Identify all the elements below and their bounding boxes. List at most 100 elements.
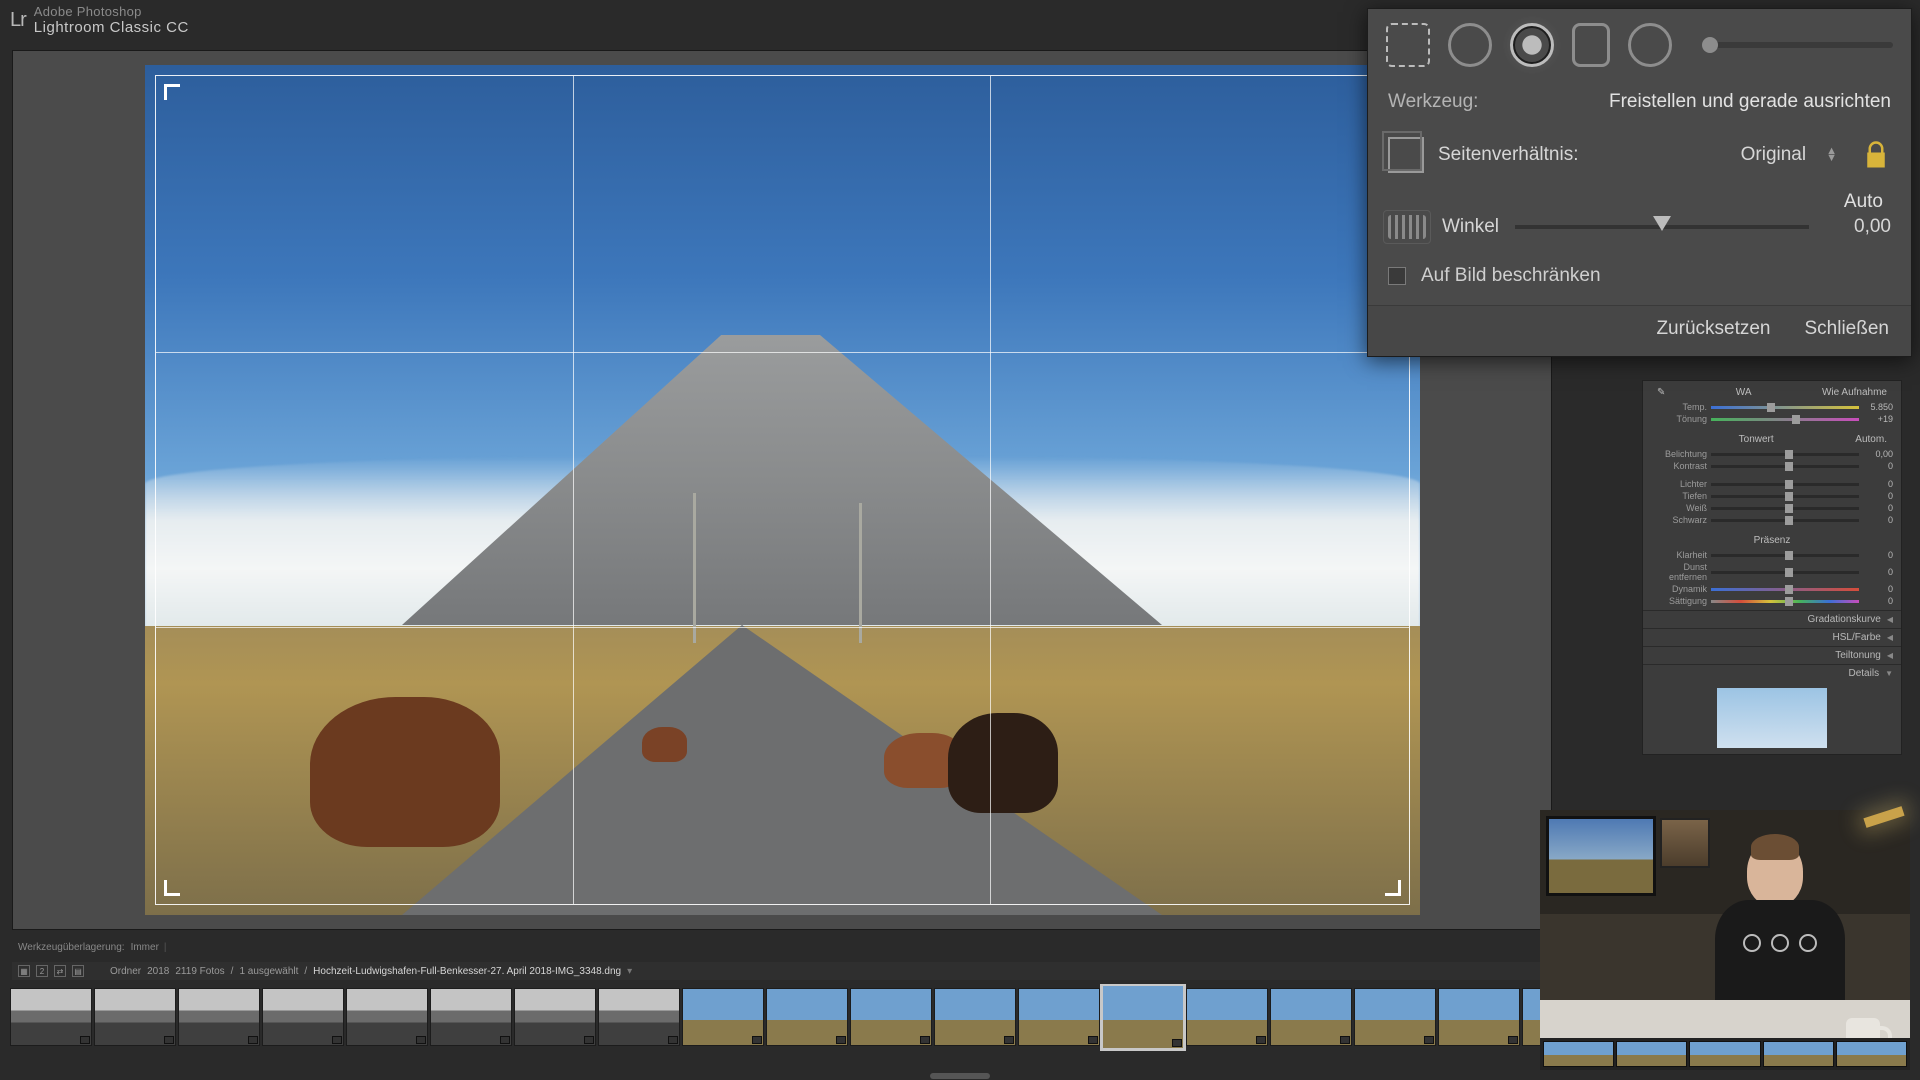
tint-value[interactable]: +19 (1863, 414, 1893, 424)
reset-button[interactable]: Zurücksetzen (1656, 318, 1770, 340)
webcam-monitor (1546, 816, 1656, 896)
graduated-filter-icon[interactable] (1572, 23, 1610, 67)
angle-auto-button[interactable]: Auto (1844, 191, 1883, 213)
filmstrip-thumb[interactable] (1018, 988, 1100, 1046)
thumb-badge-icon (668, 1036, 678, 1044)
second-window-icon[interactable]: 2 (36, 965, 48, 977)
straighten-icon[interactable] (1388, 215, 1426, 239)
radial-filter-icon[interactable] (1628, 23, 1672, 67)
webcam-filmstrip (1540, 1038, 1910, 1070)
section-hsl[interactable]: HSL/Farbe◀ (1643, 628, 1901, 646)
photo-preview[interactable] (145, 65, 1420, 915)
blacks-slider[interactable] (1711, 519, 1859, 522)
constrain-checkbox[interactable] (1388, 267, 1406, 285)
lock-icon[interactable] (1861, 140, 1891, 170)
chevron-down-icon: ▼ (1885, 669, 1893, 678)
section-curve[interactable]: Gradationskurve◀ (1643, 610, 1901, 628)
clarity-slider[interactable] (1711, 554, 1859, 557)
filmstrip-thumb[interactable] (1270, 988, 1352, 1046)
angle-slider[interactable] (1515, 225, 1809, 229)
temp-value[interactable]: 5.850 (1863, 402, 1893, 412)
survey-icon[interactable]: ▤ (72, 965, 84, 977)
filmstrip-thumb[interactable] (934, 988, 1016, 1046)
tint-slider[interactable] (1711, 418, 1859, 421)
filmstrip-resize-handle[interactable] (930, 1073, 990, 1079)
thumb-badge-icon (1340, 1036, 1350, 1044)
whites-value[interactable]: 0 (1863, 503, 1893, 513)
tone-auto[interactable]: Autom. (1855, 434, 1887, 445)
clarity-value[interactable]: 0 (1863, 550, 1893, 560)
filmstrip-thumb[interactable] (262, 988, 344, 1046)
dehaze-slider[interactable] (1711, 571, 1859, 574)
saturation-slider[interactable] (1711, 600, 1859, 603)
overlay-value[interactable]: Immer (131, 942, 159, 953)
aspect-stepper-icon[interactable]: ▲▼ (1826, 148, 1837, 162)
exposure-label: Belichtung (1651, 449, 1707, 459)
redeye-icon[interactable] (1510, 23, 1554, 67)
tone-header: Tonwert (1739, 434, 1774, 445)
shadows-value[interactable]: 0 (1863, 491, 1893, 501)
app-title: Adobe Photoshop Lightroom Classic CC (34, 4, 189, 36)
filmstrip-thumb[interactable] (10, 988, 92, 1046)
filmstrip-thumb[interactable] (514, 988, 596, 1046)
slider-knob[interactable] (1702, 37, 1718, 53)
shadows-slider[interactable] (1711, 495, 1859, 498)
aspect-value[interactable]: Original (1741, 144, 1806, 166)
exposure-slider[interactable] (1711, 453, 1859, 456)
brush-size-slider[interactable] (1702, 42, 1893, 48)
tool-name: Freistellen und gerade ausrichten (1609, 91, 1891, 113)
filmstrip-thumb[interactable] (1102, 985, 1184, 1049)
detail-thumbnail[interactable] (1717, 688, 1827, 748)
canvas-area[interactable] (12, 50, 1552, 930)
crumb-folder-year[interactable]: 2018 (147, 966, 169, 977)
chevron-down-icon[interactable]: ▾ (627, 966, 632, 977)
whites-slider[interactable] (1711, 507, 1859, 510)
thumb-badge-icon (164, 1036, 174, 1044)
vibrance-slider[interactable] (1711, 588, 1859, 591)
filmstrip-thumb[interactable] (598, 988, 680, 1046)
contrast-slider[interactable] (1711, 465, 1859, 468)
section-details[interactable]: Details▼ (1643, 664, 1901, 682)
section-split[interactable]: Teiltonung◀ (1643, 646, 1901, 664)
spot-removal-icon[interactable] (1448, 23, 1492, 67)
angle-value[interactable]: 0,00 (1825, 216, 1891, 238)
filmstrip-thumb[interactable] (178, 988, 260, 1046)
crumb-filename[interactable]: Hochzeit-Ludwigshafen-Full-Benkesser-27.… (313, 966, 621, 977)
crumb-count: 2119 Fotos (175, 966, 224, 977)
eyedropper-icon[interactable]: ✎ (1657, 387, 1665, 398)
filmstrip-thumb[interactable] (1438, 988, 1520, 1046)
filmstrip-thumb[interactable] (346, 988, 428, 1046)
webcam-wallphoto (1660, 818, 1710, 868)
highlights-value[interactable]: 0 (1863, 479, 1893, 489)
crop-icon[interactable] (1386, 23, 1430, 67)
contrast-value[interactable]: 0 (1863, 461, 1893, 471)
aspect-icon[interactable] (1388, 137, 1424, 173)
compare-icon[interactable]: ⇄ (54, 965, 66, 977)
filmstrip-thumb[interactable] (766, 988, 848, 1046)
filmstrip-thumb[interactable] (1186, 988, 1268, 1046)
slider-knob[interactable] (1653, 216, 1671, 231)
wb-value[interactable]: Wie Aufnahme (1822, 387, 1887, 398)
saturation-value[interactable]: 0 (1863, 596, 1893, 606)
filmstrip-thumb[interactable] (850, 988, 932, 1046)
dehaze-value[interactable]: 0 (1863, 567, 1893, 577)
filmstrip-thumb[interactable] (1354, 988, 1436, 1046)
blacks-value[interactable]: 0 (1863, 515, 1893, 525)
thumb-badge-icon (836, 1036, 846, 1044)
webcam-lamp (1854, 812, 1904, 872)
chevron-left-icon: ◀ (1887, 651, 1893, 660)
temp-slider[interactable] (1711, 406, 1859, 409)
filmstrip-thumb[interactable] (94, 988, 176, 1046)
vibrance-value[interactable]: 0 (1863, 584, 1893, 594)
close-button[interactable]: Schließen (1805, 318, 1890, 340)
clarity-label: Klarheit (1651, 550, 1707, 560)
highlights-slider[interactable] (1711, 483, 1859, 486)
exposure-value[interactable]: 0,00 (1863, 449, 1893, 459)
app-logo: Lr (10, 9, 26, 32)
filmstrip-thumb[interactable] (682, 988, 764, 1046)
grid-view-icon[interactable]: ▦ (18, 965, 30, 977)
whites-label: Weiß (1651, 503, 1707, 513)
crumb-folder-label[interactable]: Ordner (110, 966, 141, 977)
thumb-badge-icon (752, 1036, 762, 1044)
filmstrip-thumb[interactable] (430, 988, 512, 1046)
